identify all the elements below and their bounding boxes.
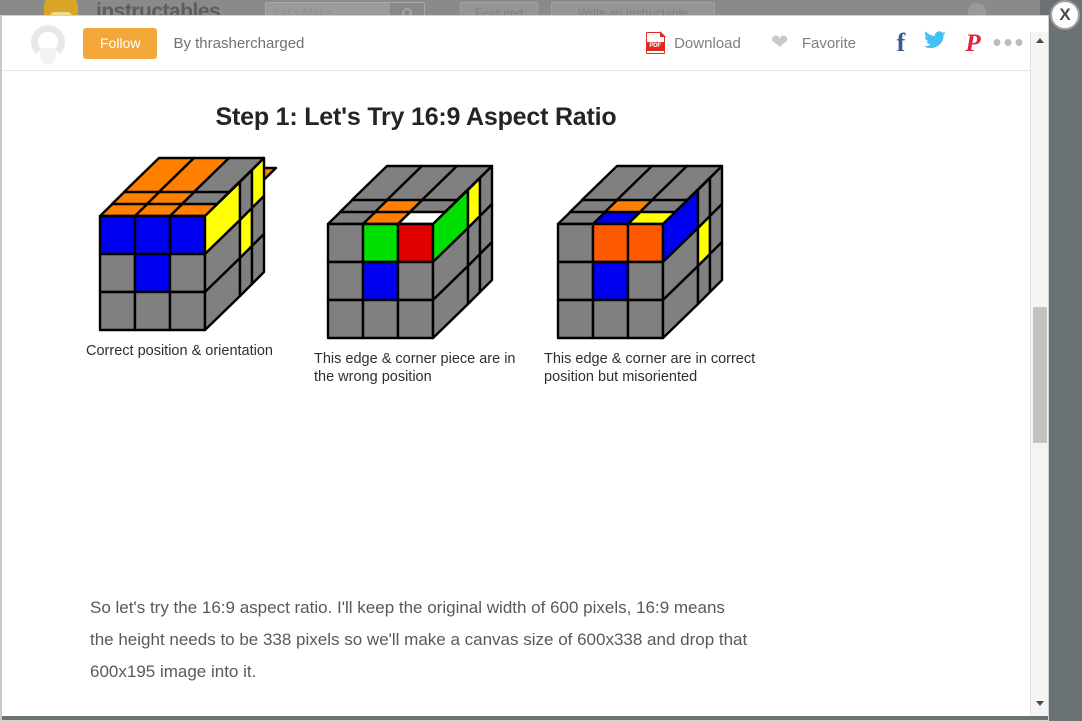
follow-button[interactable]: Follow bbox=[83, 27, 158, 59]
rubiks-cube-diagram-2[interactable] bbox=[314, 154, 532, 340]
heart-icon: ❤ bbox=[770, 31, 789, 54]
author-byline[interactable]: By thrashercharged bbox=[173, 35, 304, 52]
facebook-icon[interactable]: f bbox=[886, 30, 916, 56]
instructable-modal: Follow By thrashercharged PDF Download ❤… bbox=[0, 15, 1049, 721]
figure-2-caption: This edge & corner piece are in the wron… bbox=[314, 351, 516, 385]
download-button[interactable]: PDF Download bbox=[646, 31, 741, 54]
figure-3-caption: This edge & corner are in correct positi… bbox=[544, 351, 756, 385]
header-actions: PDF Download ❤ Favorite f P ••• bbox=[646, 30, 1026, 56]
pinterest-icon[interactable]: P bbox=[954, 31, 992, 56]
rubiks-cube-diagram-3[interactable] bbox=[544, 154, 774, 340]
figure-1-caption: Correct position & orientation bbox=[86, 343, 273, 359]
vertical-scrollbar[interactable] bbox=[1030, 32, 1048, 720]
step-content: Step 1: Let's Try 16:9 Aspect Ratio Corr… bbox=[2, 103, 1048, 720]
figure-row: Correct position & orientation This edge… bbox=[2, 154, 1048, 386]
page-title: Step 1: Let's Try 16:9 Aspect Ratio bbox=[215, 103, 617, 131]
more-options-icon[interactable]: ••• bbox=[992, 30, 1026, 55]
figure-2: This edge & corner piece are in the wron… bbox=[314, 154, 532, 386]
scroll-up-arrow-icon[interactable] bbox=[1031, 32, 1048, 49]
author-header-bar: Follow By thrashercharged PDF Download ❤… bbox=[2, 16, 1048, 71]
close-icon[interactable]: X bbox=[1050, 0, 1080, 30]
pdf-icon: PDF bbox=[646, 31, 666, 54]
scrollbar-thumb[interactable] bbox=[1033, 307, 1047, 443]
default-user-avatar-icon[interactable] bbox=[26, 21, 70, 65]
scroll-down-arrow-icon[interactable] bbox=[1031, 695, 1048, 712]
figure-3: This edge & corner are in correct positi… bbox=[544, 154, 774, 386]
figure-1: Correct position & orientation bbox=[86, 154, 301, 360]
download-label: Download bbox=[674, 34, 741, 52]
favorite-label: Favorite bbox=[801, 34, 856, 52]
bottom-edge bbox=[2, 716, 1048, 720]
paragraph-1: So let's try the 16:9 aspect ratio. I'll… bbox=[90, 598, 748, 681]
twitter-bird-icon[interactable] bbox=[916, 31, 954, 55]
favorite-button[interactable]: ❤ Favorite bbox=[770, 31, 856, 54]
rubiks-cube-diagram-1[interactable] bbox=[86, 154, 301, 332]
body-copy: So let's try the 16:9 aspect ratio. I'll… bbox=[2, 592, 1048, 720]
